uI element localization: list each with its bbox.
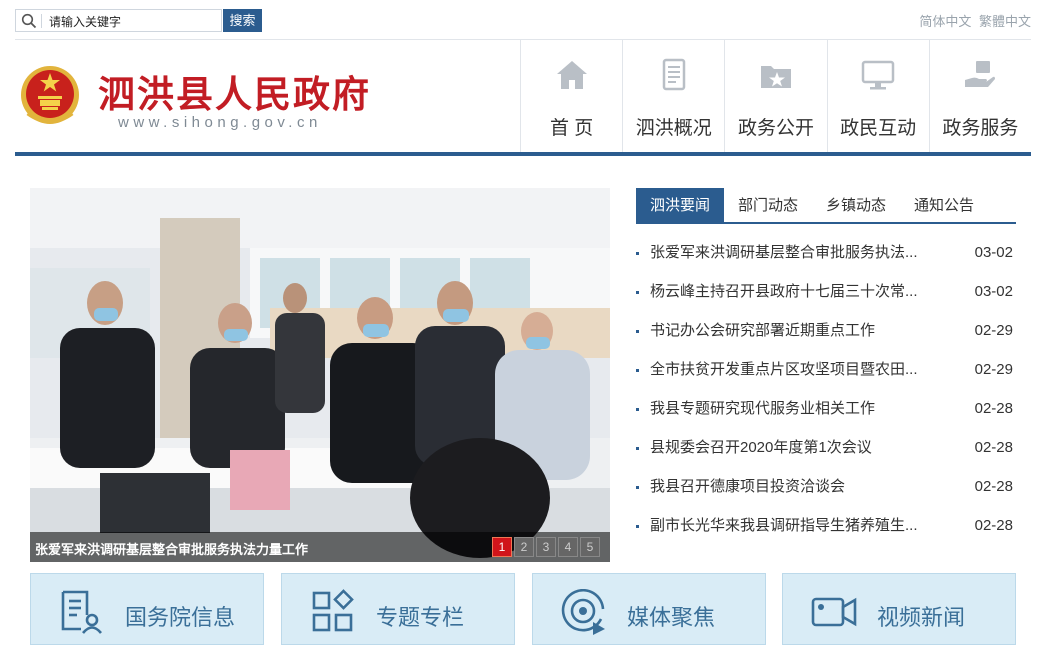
card-label: 专题专栏 [376, 605, 465, 630]
search-icon [21, 13, 37, 29]
news-item[interactable]: 我县召开德康项目投资洽谈会 02-28 [636, 468, 1016, 507]
site-url: www.sihong.gov.cn [118, 114, 322, 131]
nav-label: 首 页 [549, 118, 594, 139]
carousel-caption-bar: 张爱军来洪调研基层整合审批服务执法力量工作 1 2 3 4 5 [30, 532, 610, 562]
news-date: 02-29 [974, 322, 1013, 339]
news-date: 02-28 [974, 439, 1013, 456]
carousel-page-button[interactable]: 5 [580, 537, 600, 557]
news-item[interactable]: 全市扶贫开发重点片区攻坚项目暨农田... 02-29 [636, 351, 1016, 390]
nav-item-home[interactable]: 首 页 [520, 40, 622, 152]
news-list: 张爱军来洪调研基层整合审批服务执法... 03-02 杨云峰主持召开县政府十七届三… [636, 234, 1016, 546]
person-document-icon [61, 590, 103, 634]
card-label: 视频新闻 [877, 605, 966, 630]
lang-simplified-link[interactable]: 简体中文 [919, 14, 971, 29]
search-button[interactable]: 搜索 [223, 9, 262, 32]
carousel-page-button[interactable]: 1 [492, 537, 512, 557]
carousel-pager: 1 2 3 4 5 [490, 537, 600, 557]
top-bar: 请输入关键字 搜索 简体中文 繁體中文 [15, 9, 1031, 33]
search-divider [41, 14, 42, 28]
carousel-caption[interactable]: 张爱军来洪调研基层整合审批服务执法力量工作 [35, 539, 308, 558]
bullet [636, 447, 639, 450]
tab-township-news[interactable]: 乡镇动态 [812, 188, 900, 222]
folder-star-icon [760, 66, 791, 88]
bullet [636, 252, 639, 255]
news-date: 02-28 [974, 517, 1013, 534]
card-special-topics[interactable]: 专题专栏 [281, 573, 515, 645]
card-state-council[interactable]: 国务院信息 [30, 573, 264, 645]
news-title[interactable]: 我县召开德康项目投资洽谈会 [650, 468, 950, 506]
card-media-focus[interactable]: 媒体聚焦 [532, 573, 766, 645]
news-tabs: 泗洪要闻 部门动态 乡镇动态 通知公告 [636, 188, 1016, 224]
card-video-news[interactable]: 视频新闻 [782, 573, 1016, 645]
nav-label: 政务服务 [942, 118, 1019, 139]
news-title[interactable]: 书记办公会研究部署近期重点工作 [650, 312, 950, 350]
monitor-icon [861, 60, 895, 90]
feature-cards: 国务院信息 专题专栏 媒体聚焦 视频新闻 [30, 573, 1016, 645]
header-rule [15, 152, 1031, 156]
lang-traditional-link[interactable]: 繁體中文 [979, 14, 1031, 29]
nav-item-gov-affairs[interactable]: 政务公开 [724, 40, 826, 152]
national-emblem-logo[interactable] [20, 63, 80, 127]
tab-notices[interactable]: 通知公告 [900, 188, 988, 222]
news-date: 02-29 [974, 361, 1013, 378]
nav-item-overview[interactable]: 泗洪概况 [622, 40, 724, 152]
nav-item-interaction[interactable]: 政民互动 [826, 40, 929, 152]
card-label: 国务院信息 [125, 605, 236, 630]
bullet [636, 330, 639, 333]
carousel-page-button[interactable]: 2 [514, 537, 534, 557]
news-title[interactable]: 副市长光华来我县调研指导生猪养殖生... [650, 507, 950, 545]
news-date: 03-02 [974, 283, 1013, 300]
tab-sihong-news[interactable]: 泗洪要闻 [636, 188, 725, 222]
language-switch: 简体中文 繁體中文 [915, 11, 1031, 30]
news-item[interactable]: 副市长光华来我县调研指导生猪养殖生... 02-28 [636, 507, 1016, 546]
news-item[interactable]: 县规委会召开2020年度第1次会议 02-28 [636, 429, 1016, 468]
search-input[interactable]: 请输入关键字 [15, 9, 222, 32]
carousel-photo[interactable] [30, 188, 610, 562]
news-item[interactable]: 杨云峰主持召开县政府十七届三十次常... 03-02 [636, 273, 1016, 312]
main-nav: 首 页 泗洪概况 政务公开 政民互动 政务服务 [520, 40, 1031, 152]
bullet [636, 486, 639, 489]
news-date: 02-28 [974, 478, 1013, 495]
news-date: 02-28 [974, 400, 1013, 417]
bullet [636, 369, 639, 372]
nav-label: 政民互动 [840, 118, 917, 139]
news-title[interactable]: 张爱军来洪调研基层整合审批服务执法... [650, 234, 950, 272]
card-label: 媒体聚焦 [627, 605, 716, 630]
bullet [636, 408, 639, 411]
hand-service-icon [965, 61, 996, 87]
nav-label: 政务公开 [737, 118, 814, 139]
tab-department-news[interactable]: 部门动态 [724, 188, 812, 222]
news-item[interactable]: 张爱军来洪调研基层整合审批服务执法... 03-02 [636, 234, 1016, 273]
news-title[interactable]: 县规委会召开2020年度第1次会议 [650, 429, 950, 467]
site-title[interactable]: 泗洪县人民政府 [98, 64, 371, 118]
video-camera-icon [811, 597, 857, 627]
document-icon [662, 58, 686, 91]
search-placeholder: 请输入关键字 [49, 15, 122, 29]
media-disc-icon [561, 589, 605, 635]
news-title[interactable]: 杨云峰主持召开县政府十七届三十次常... [650, 273, 950, 311]
news-date: 03-02 [974, 244, 1013, 261]
news-carousel[interactable]: 张爱军来洪调研基层整合审批服务执法力量工作 1 2 3 4 5 [30, 188, 610, 562]
nav-label: 泗洪概况 [635, 118, 712, 139]
news-title[interactable]: 我县专题研究现代服务业相关工作 [650, 390, 950, 428]
bullet [636, 291, 639, 294]
news-title[interactable]: 全市扶贫开发重点片区攻坚项目暨农田... [650, 351, 950, 389]
home-icon [556, 61, 587, 89]
nav-item-services[interactable]: 政务服务 [928, 40, 1031, 152]
bullet [636, 525, 639, 528]
grid-diamond-icon [312, 589, 354, 632]
carousel-page-button[interactable]: 3 [536, 537, 556, 557]
news-item[interactable]: 书记办公会研究部署近期重点工作 02-29 [636, 312, 1016, 351]
news-item[interactable]: 我县专题研究现代服务业相关工作 02-28 [636, 390, 1016, 429]
carousel-page-button[interactable]: 4 [558, 537, 578, 557]
